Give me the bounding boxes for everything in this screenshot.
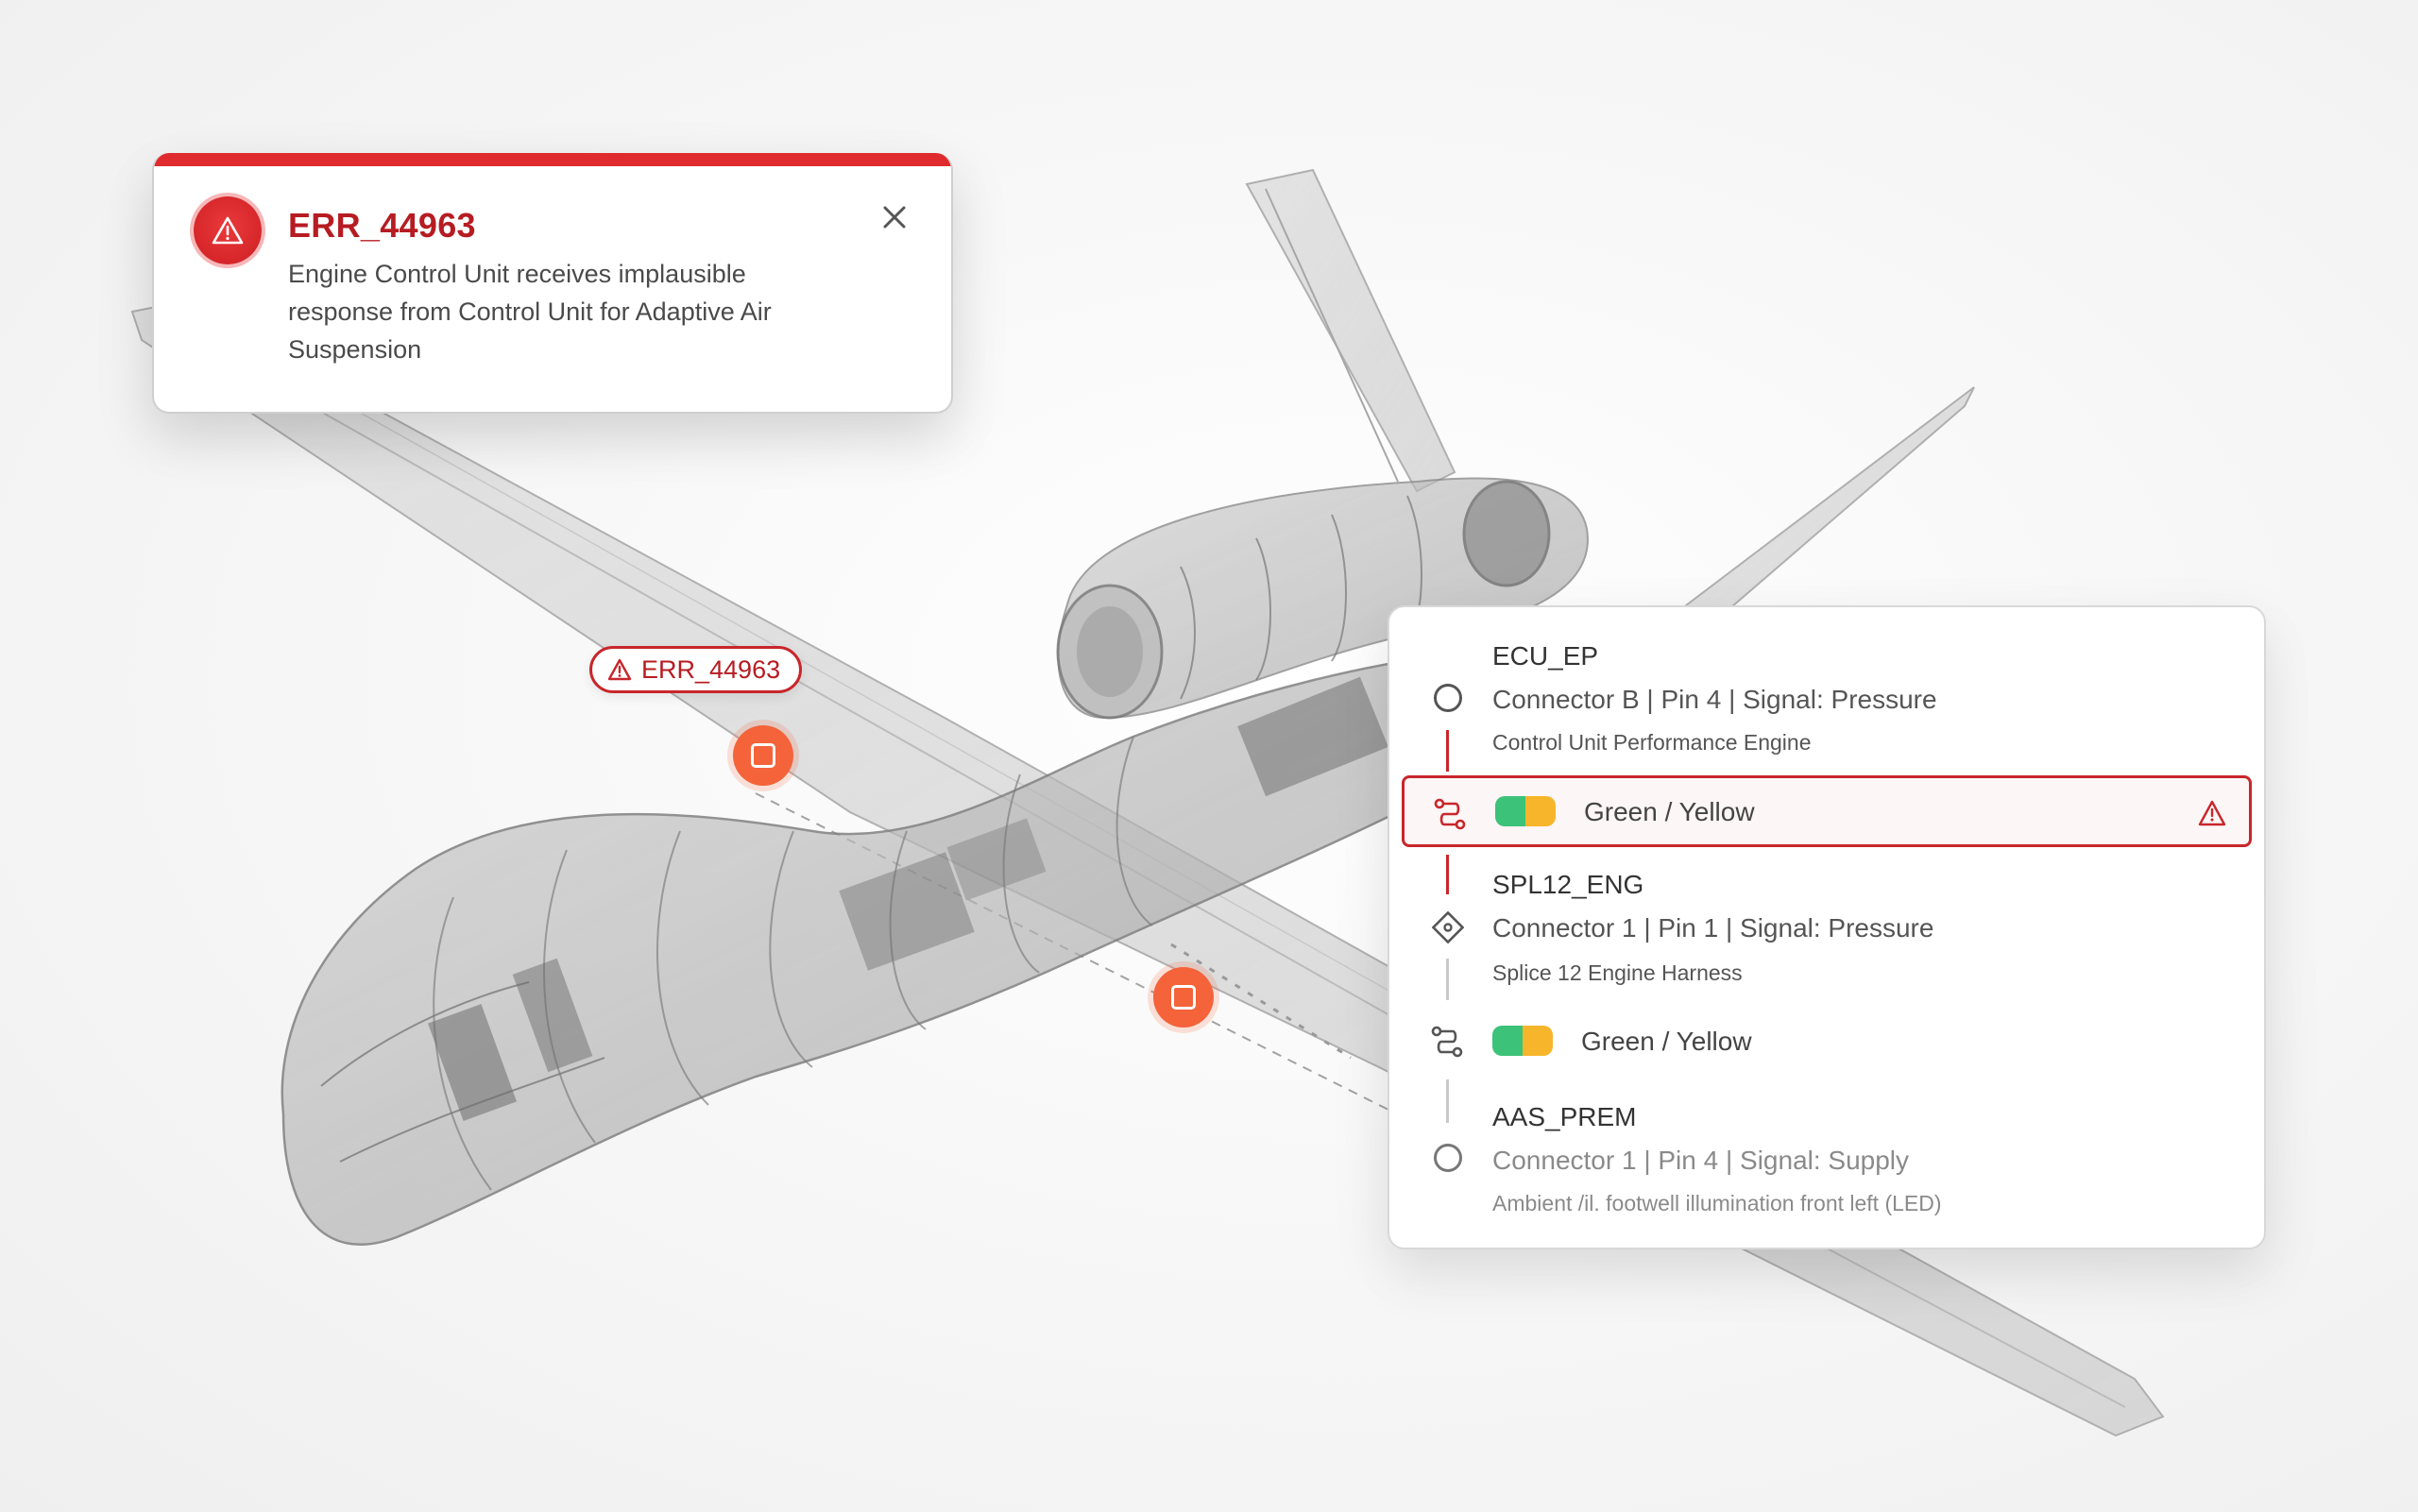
error-accent-bar: [154, 153, 951, 166]
rail-segment: [1446, 855, 1449, 894]
warning-triangle-icon: [194, 196, 262, 264]
wire-color-swatch: [1495, 796, 1556, 826]
component-description: Ambient /il. footwell illumination front…: [1492, 1191, 1942, 1215]
square-icon: [751, 743, 775, 768]
error-code-title: ERR_44963: [288, 206, 476, 245]
square-icon: [1171, 985, 1196, 1010]
component-description: Splice 12 Engine Harness: [1492, 960, 1743, 985]
component-name: ECU_EP: [1492, 641, 1599, 671]
error-popup: ERR_44963 Engine Control Unit receives i…: [152, 153, 953, 414]
yellow-swatch: [1523, 1026, 1553, 1056]
close-icon: [883, 206, 906, 229]
wire-label: Green / Yellow: [1581, 1027, 1752, 1056]
circle-node-icon: [1434, 1144, 1462, 1172]
error-tag-label: ERR_44963: [641, 654, 781, 684]
hotspot-marker[interactable]: [733, 725, 793, 786]
error-tag[interactable]: ERR_44963: [589, 646, 803, 693]
component-detail: Connector 1 | Pin 1 | Signal: Pressure: [1492, 913, 1934, 943]
component-name: SPL12_ENG: [1492, 870, 1644, 899]
close-button[interactable]: [872, 195, 917, 240]
warning-triangle-icon: [2198, 800, 2226, 826]
yellow-swatch: [1525, 796, 1556, 826]
wire-color-swatch: [1492, 1026, 1553, 1056]
component-detail: Connector B | Pin 4 | Signal: Pressure: [1492, 685, 1937, 714]
wire-row[interactable]: Green / Yellow: [1402, 1006, 2252, 1078]
warning-triangle-icon: [607, 658, 632, 681]
rail-segment: [1446, 1079, 1449, 1123]
splice-diamond-icon: [1432, 911, 1464, 943]
green-swatch: [1492, 1026, 1523, 1056]
component-name: AAS_PREM: [1492, 1102, 1637, 1131]
green-swatch: [1495, 796, 1525, 826]
circle-node-icon: [1434, 684, 1462, 712]
wire-row-alert[interactable]: Green / Yellow: [1402, 775, 2252, 847]
circuit-trace-panel: ECU_EP Connector B | Pin 4 | Signal: Pre…: [1388, 605, 2266, 1249]
rail-segment: [1446, 959, 1449, 1000]
wire-route-icon: [1431, 1026, 1463, 1058]
wire-route-icon: [1434, 798, 1466, 830]
hotspot-marker[interactable]: [1153, 967, 1214, 1028]
component-detail: Connector 1 | Pin 4 | Signal: Supply: [1492, 1146, 1910, 1175]
wire-label: Green / Yellow: [1584, 797, 1755, 826]
rail-segment: [1446, 730, 1449, 772]
component-description: Control Unit Performance Engine: [1492, 730, 1812, 755]
error-message: Engine Control Unit receives implausible…: [288, 260, 772, 364]
